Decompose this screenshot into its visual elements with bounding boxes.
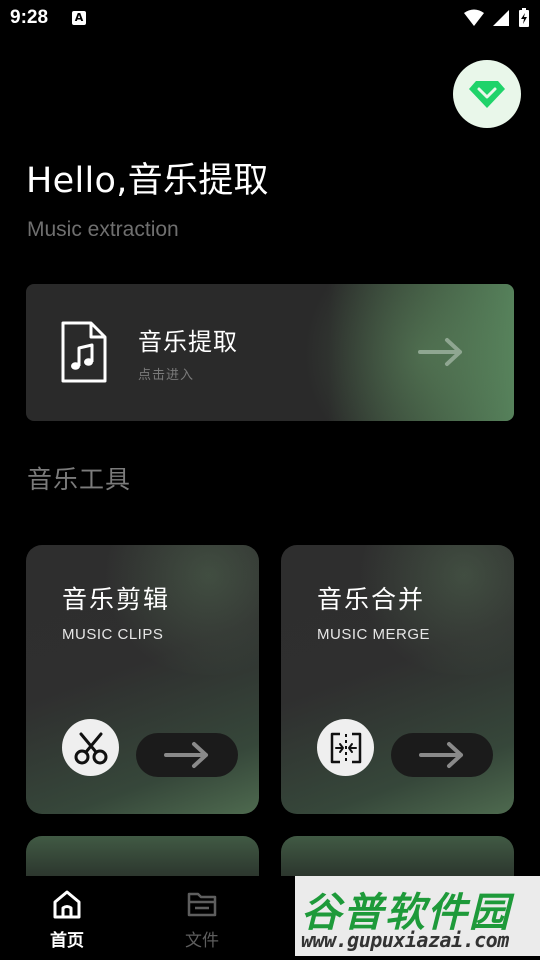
notification-icon: A xyxy=(72,11,86,25)
merge-icon xyxy=(317,719,374,776)
music-merge-go-button[interactable] xyxy=(391,733,493,777)
music-extract-card[interactable]: 音乐提取 点击进入 xyxy=(26,284,514,421)
music-file-icon xyxy=(61,321,107,383)
signal-icon xyxy=(493,10,509,26)
tool-title: 音乐合并 xyxy=(317,585,426,614)
arrow-right-icon xyxy=(419,742,463,768)
home-icon xyxy=(53,890,81,919)
battery-icon xyxy=(519,8,529,27)
diamond-icon xyxy=(469,81,505,108)
watermark: 谷普软件园 www.gupuxiazai.com xyxy=(295,876,540,956)
status-time: 9:28 xyxy=(10,7,49,28)
vip-button[interactable] xyxy=(453,60,521,128)
music-clips-go-button[interactable] xyxy=(136,733,238,777)
card-glow xyxy=(294,284,514,421)
music-clips-card[interactable]: 音乐剪辑 MUSIC CLIPS xyxy=(26,545,259,814)
page-subtitle: Music extraction xyxy=(27,218,179,241)
tool-title: 音乐剪辑 xyxy=(62,585,171,614)
nav-label: 文件 xyxy=(185,931,219,951)
wifi-icon xyxy=(464,9,484,26)
scissors-icon xyxy=(62,719,119,776)
tool-subtitle: MUSIC MERGE xyxy=(317,626,431,643)
nav-item-files[interactable]: 文件 xyxy=(162,888,242,951)
tool-subtitle: MUSIC CLIPS xyxy=(62,626,164,643)
arrow-right-icon xyxy=(164,742,208,768)
music-extract-hint: 点击进入 xyxy=(138,368,195,383)
section-title: 音乐工具 xyxy=(27,465,132,494)
nav-item-home[interactable]: 首页 xyxy=(27,888,107,951)
watermark-url: www.gupuxiazai.com xyxy=(301,928,509,952)
status-bar: 9:28 A xyxy=(0,0,540,36)
folder-icon xyxy=(187,892,217,917)
arrow-right-icon xyxy=(418,338,462,366)
page-title: Hello,音乐提取 xyxy=(26,161,269,201)
music-extract-title: 音乐提取 xyxy=(138,328,238,356)
status-icons xyxy=(464,8,530,28)
nav-label: 首页 xyxy=(50,931,84,951)
music-merge-card[interactable]: 音乐合并 MUSIC MERGE xyxy=(281,545,514,814)
